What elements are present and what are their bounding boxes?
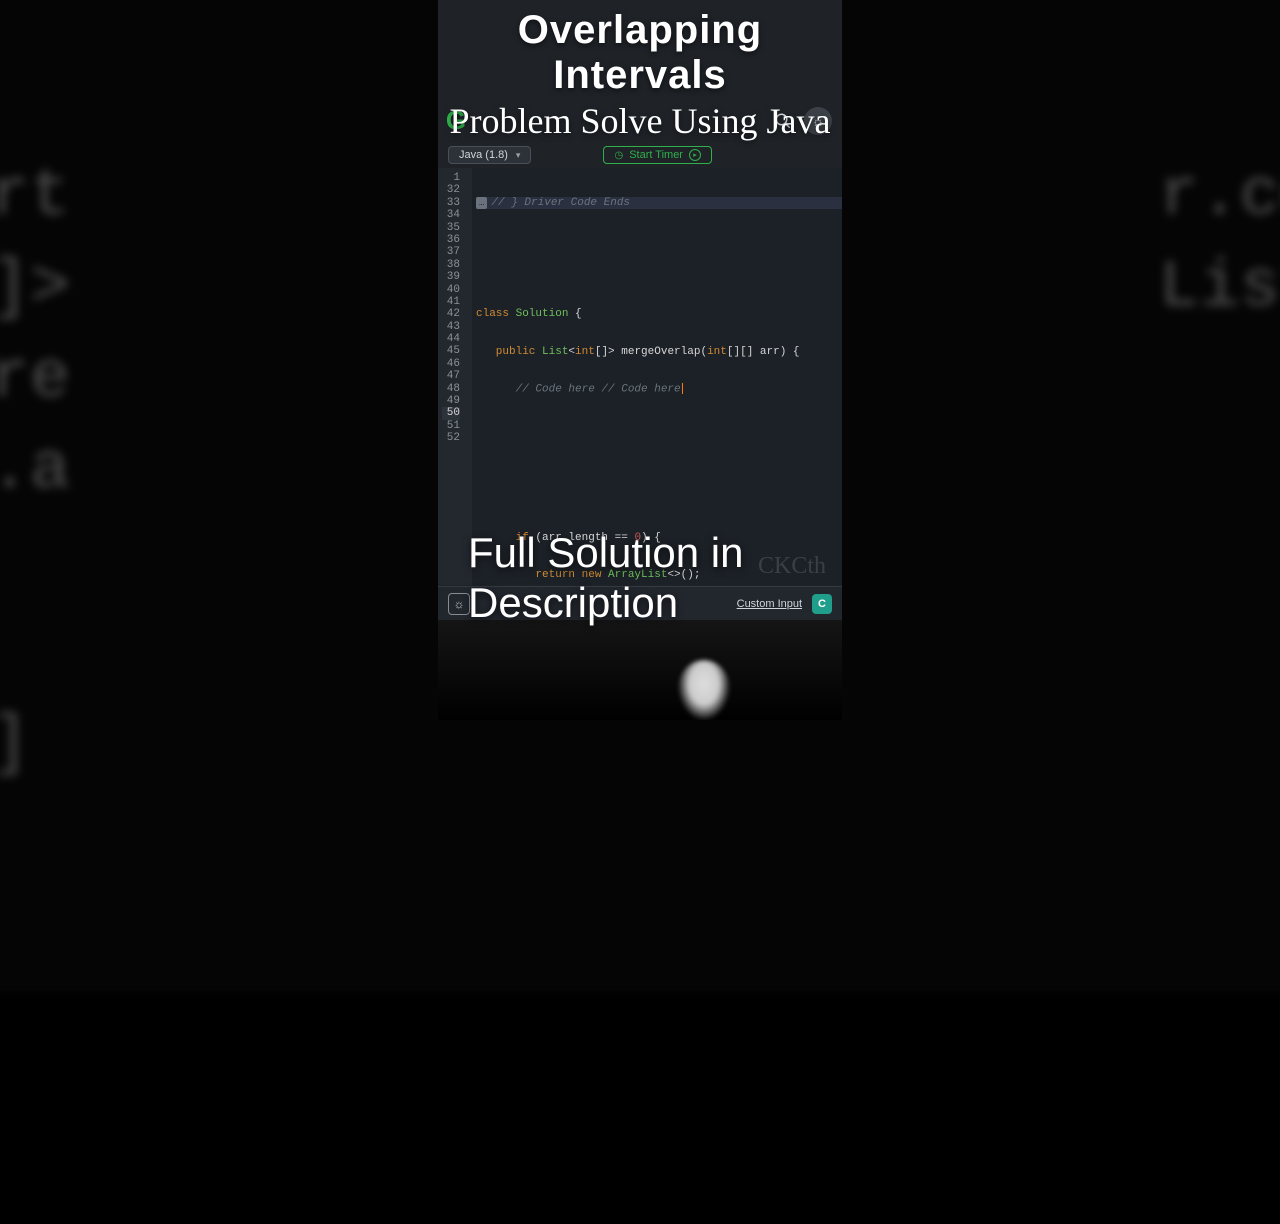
title-main: Overlapping Intervals [438,8,842,98]
thumb-blur [678,660,730,720]
cta-line1: Full Solution in [468,528,743,578]
code-editor[interactable]: 1323334353637383940414243444546474849505… [438,168,842,585]
cta-overlay: Full Solution in Description [468,528,743,628]
below-fold-dark [438,620,842,720]
play-icon: ▸ [689,149,701,161]
overlay-title: Overlapping Intervals Problem Solve Usin… [438,8,842,142]
start-timer-label: Start Timer [629,149,683,161]
fold-marker[interactable]: … [476,197,487,209]
language-select[interactable]: Java (1.8) ▾ [448,146,531,164]
cta-line2: Description [468,578,743,628]
chevron-down-icon: ▾ [516,150,521,161]
code-area[interactable]: …// } Driver Code Ends class Solution { … [472,168,842,585]
clock-icon: ◷ [614,150,623,161]
line-gutter: 1323334353637383940414243444546474849505… [438,168,466,585]
text-cursor [682,383,683,394]
app-viewport: Overlapping Intervals Problem Solve Usin… [438,0,842,720]
watermark: CKCth [758,553,826,580]
title-sub: Problem Solve Using Java [438,100,842,142]
editor-toolbar: Java (1.8) ▾ ◷ Start Timer ▸ [438,142,842,168]
start-timer-button[interactable]: ◷ Start Timer ▸ [603,146,712,164]
theme-toggle-small[interactable]: ☼ [448,593,470,615]
compile-button[interactable]: C [812,594,832,614]
language-label: Java (1.8) [459,149,508,161]
custom-input-link[interactable]: Custom Input [737,598,802,610]
